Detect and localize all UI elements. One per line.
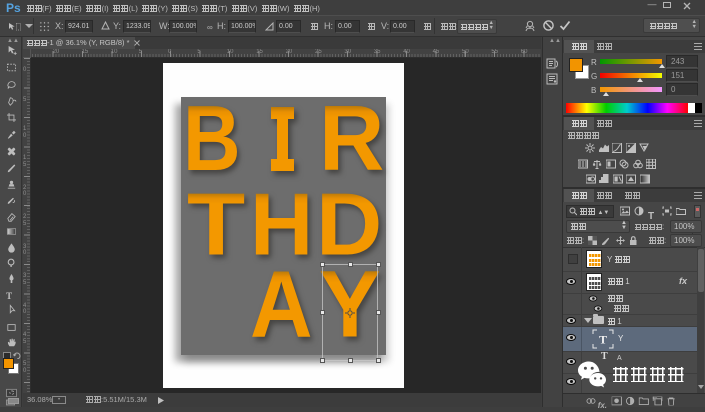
svg-text:T: T <box>599 333 607 347</box>
